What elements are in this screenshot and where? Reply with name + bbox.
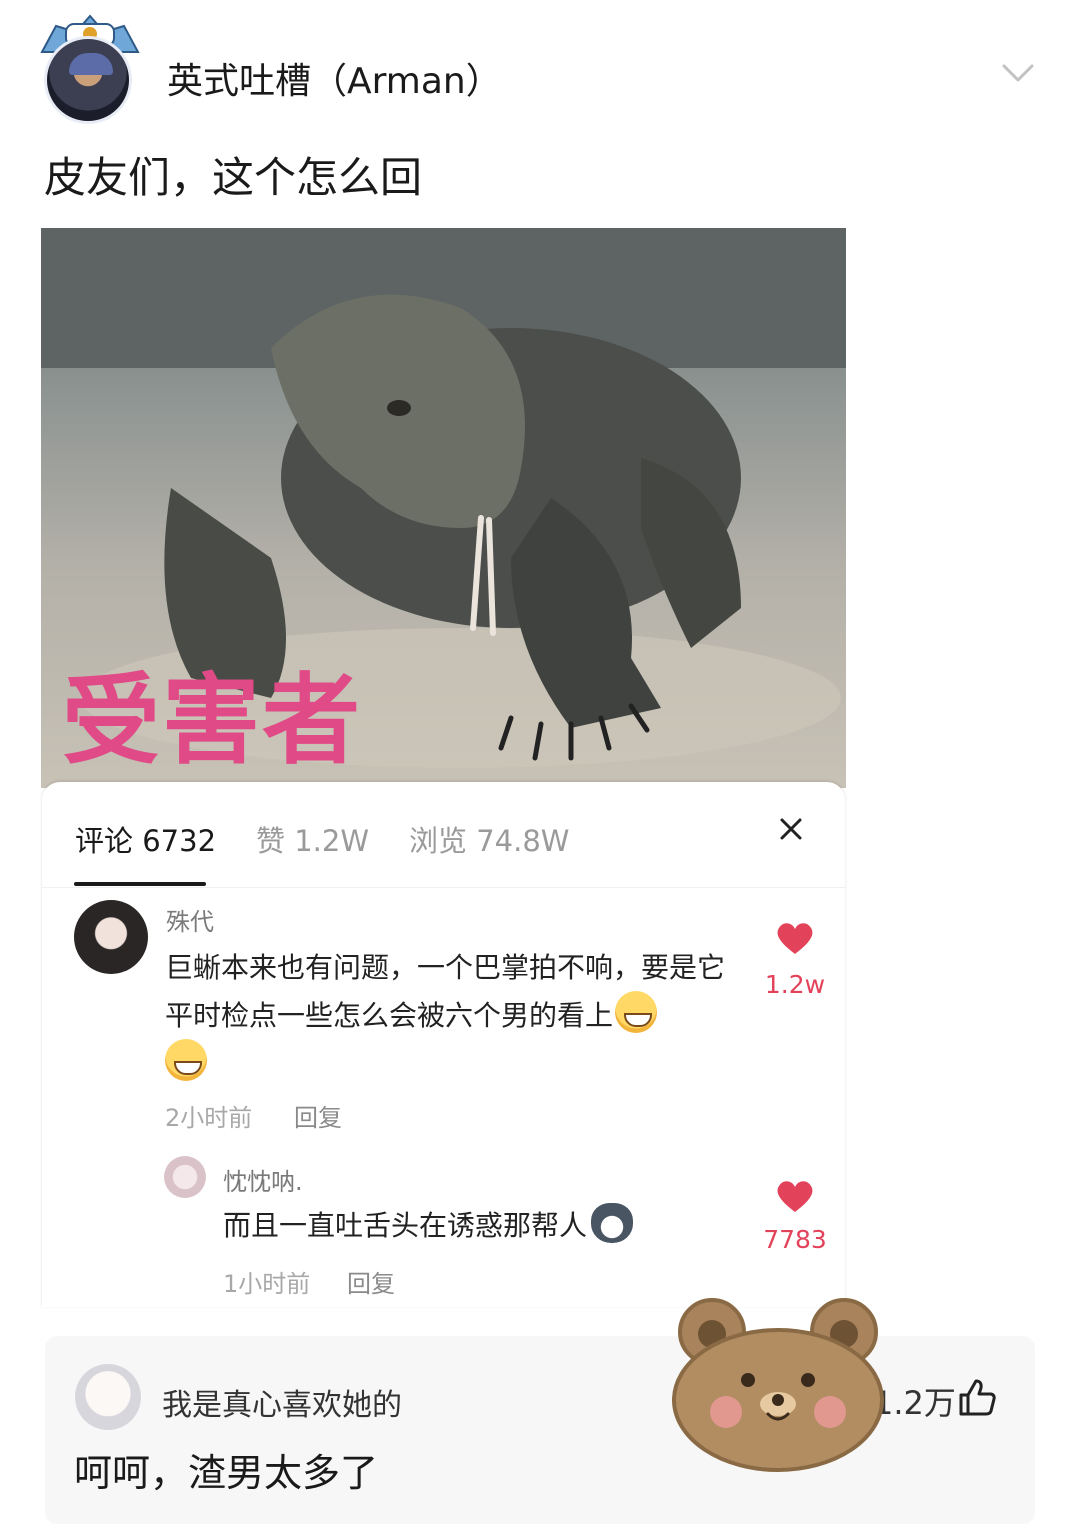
close-icon[interactable] (776, 814, 806, 844)
author-avatar[interactable] (36, 8, 144, 124)
commenter-avatar[interactable] (75, 1364, 141, 1430)
like-count: 1.2w (764, 970, 826, 999)
commenter-avatar[interactable] (164, 1156, 206, 1198)
reply-button[interactable]: 回复 (294, 1098, 342, 1133)
tab-views[interactable]: 浏览 74.8W (409, 818, 569, 860)
heart-icon[interactable] (775, 1178, 815, 1214)
comment-username[interactable]: 忱忱呐. (223, 1162, 303, 1197)
comment-time: 2小时前 (165, 1104, 253, 1132)
grinning-sweat-emoji (165, 1039, 207, 1081)
comment-body: 巨蜥本来也有问题，一个巴掌拍不响，要是它平时检点一些怎么会被六个男的看上 (165, 945, 745, 1087)
tab-indicator (74, 882, 206, 886)
chevron-down-icon[interactable] (998, 58, 1038, 88)
post-text: 皮友们，这个怎么回 (44, 153, 423, 202)
grinning-sweat-emoji (615, 991, 658, 1033)
thumbs-up-icon[interactable] (957, 1378, 997, 1418)
bear-sticker (672, 1298, 884, 1472)
comment-username[interactable]: 我是真心喜欢她的 (162, 1380, 402, 1424)
reply-button[interactable]: 回复 (347, 1264, 395, 1299)
comment-body: 呵呵，渣男太多了 (74, 1451, 379, 1495)
author-name[interactable]: 英式吐槽（Arman） (167, 52, 502, 104)
avatar (44, 36, 132, 124)
meme-caption: 受害者 (62, 663, 363, 778)
comment-text: 而且一直吐舌头在诱惑那帮人 (223, 1209, 588, 1242)
heart-icon[interactable] (775, 920, 815, 956)
like-count: 7783 (763, 1225, 827, 1254)
commenter-avatar[interactable] (74, 900, 148, 974)
comment-panel: 评论 6732 赞 1.2W 浏览 74.8W 殊代 巨蜥本来也有问题，一个巴掌… (42, 782, 845, 1307)
comment-username[interactable]: 殊代 (166, 902, 214, 937)
tab-likes[interactable]: 赞 1.2W (256, 818, 369, 860)
dog-emoji (591, 1203, 634, 1243)
tab-comments[interactable]: 评论 6732 (75, 818, 216, 860)
comment-body: 而且一直吐舌头在诱惑那帮人 (223, 1203, 634, 1249)
comment-time: 1小时前 (223, 1270, 311, 1298)
panel-divider (42, 887, 845, 888)
